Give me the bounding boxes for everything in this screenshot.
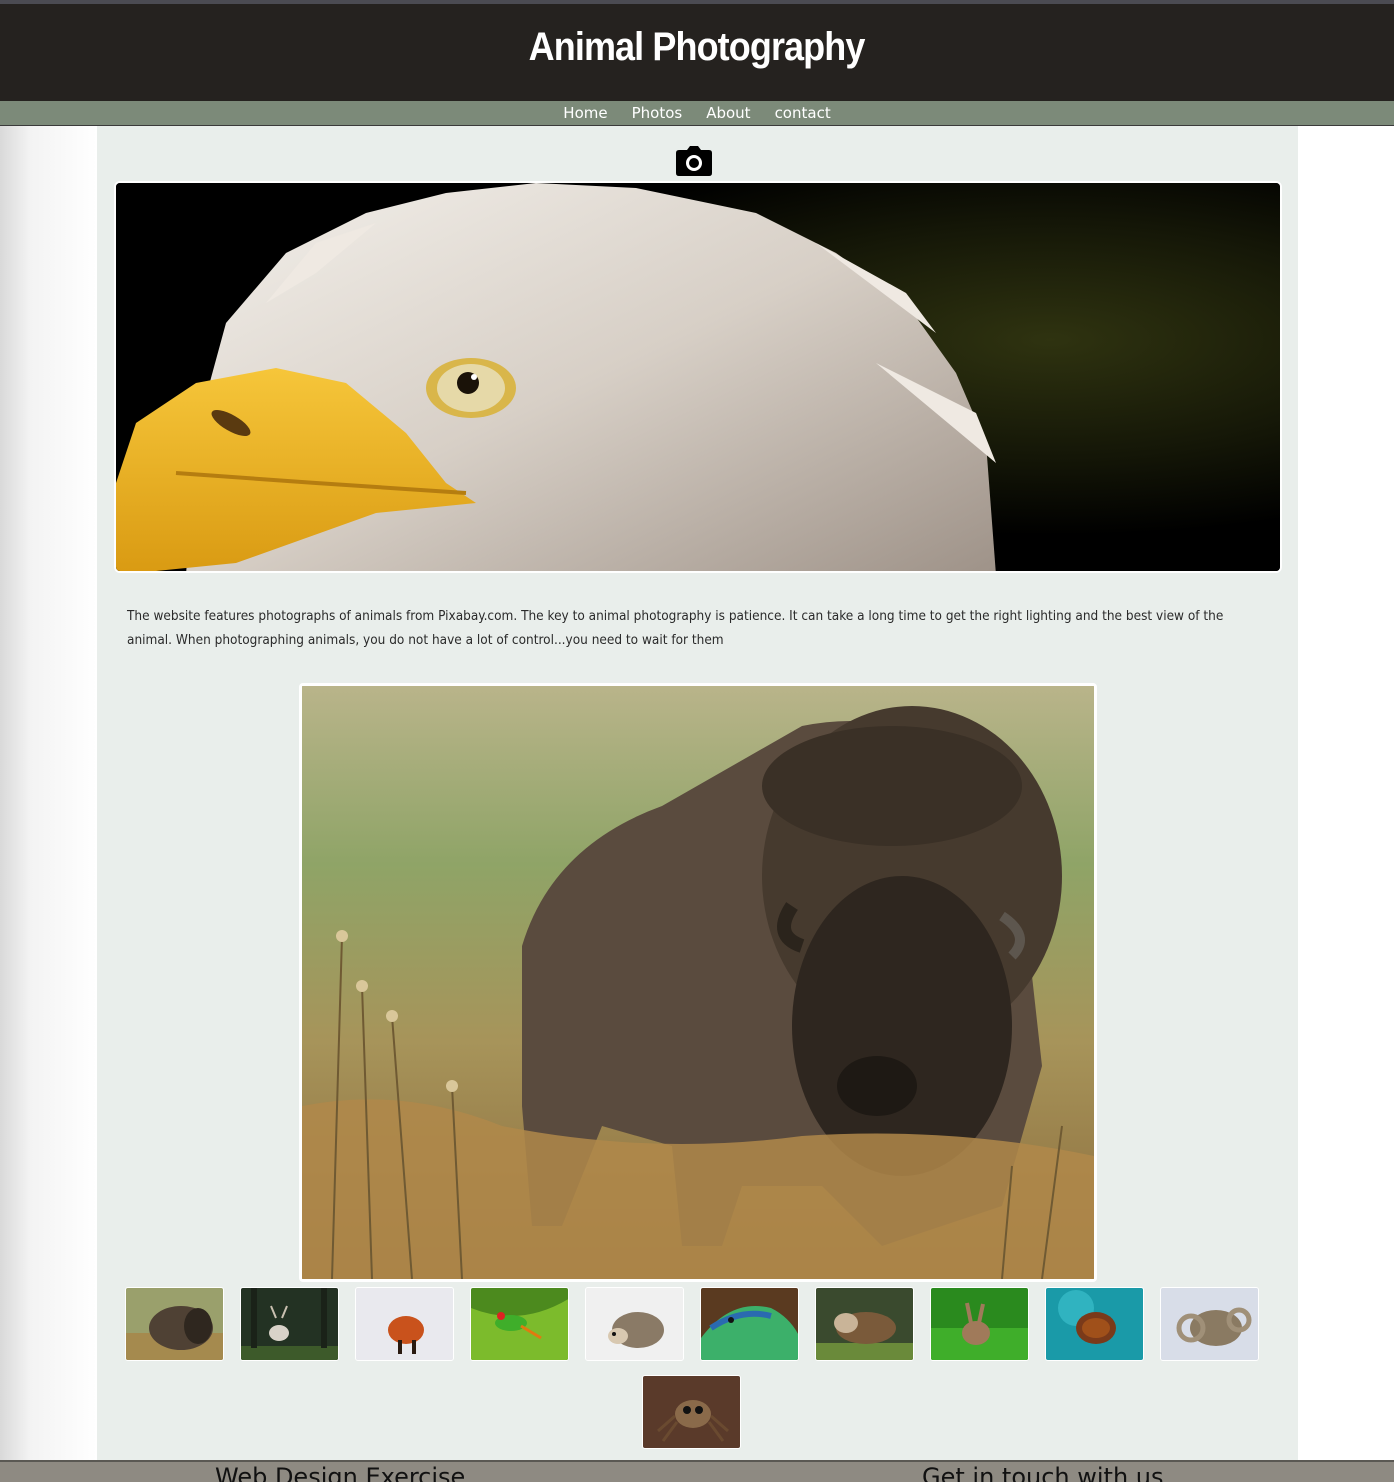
- fox-thumb: [356, 1288, 453, 1360]
- rabbit-thumb: [931, 1288, 1028, 1360]
- thumbnail-otter[interactable]: [815, 1287, 914, 1361]
- site-footer: Web Design Exercise Get in touch with us: [0, 1460, 1394, 1482]
- hedgehog-thumb: [586, 1288, 683, 1360]
- ram-thumb: [1161, 1288, 1258, 1360]
- hero-eagle-image: [114, 181, 1282, 573]
- nav-about-link[interactable]: About: [694, 101, 762, 126]
- spider-thumb: [643, 1376, 740, 1448]
- thumbnail-bison[interactable]: [125, 1287, 224, 1361]
- deer-thumb: [241, 1288, 338, 1360]
- thumbnail-deer[interactable]: [240, 1287, 339, 1361]
- camera-icon: [676, 146, 712, 176]
- nav-photos-link[interactable]: Photos: [620, 101, 695, 126]
- intro-paragraph: The website features photographs of anim…: [127, 608, 1224, 648]
- frog-thumb: [471, 1288, 568, 1360]
- nav-contact-link[interactable]: contact: [763, 101, 843, 126]
- featured-bison-image[interactable]: [299, 683, 1097, 1282]
- thumbnail-frog[interactable]: [470, 1287, 569, 1361]
- main-nav: Home Photos About contact: [0, 101, 1394, 126]
- thumbnail-hedgehog[interactable]: [585, 1287, 684, 1361]
- content-area: The website features photographs of anim…: [97, 126, 1298, 1460]
- thumbnail-rabbit[interactable]: [930, 1287, 1029, 1361]
- bison-thumb: [126, 1288, 223, 1360]
- bison-photo: [302, 686, 1094, 1279]
- thumbnail-lizard[interactable]: [700, 1287, 799, 1361]
- thumbnail-ram[interactable]: [1160, 1287, 1259, 1361]
- footer-right-heading: Get in touch with us: [922, 1463, 1164, 1482]
- left-gutter: [0, 126, 97, 1460]
- site-title: Animal Photography: [529, 25, 866, 69]
- thumbnail-fox[interactable]: [355, 1287, 454, 1361]
- thumbnail-turtle[interactable]: [1045, 1287, 1144, 1361]
- site-header: Animal Photography: [0, 4, 1394, 101]
- otter-thumb: [816, 1288, 913, 1360]
- eagle-photo: [116, 183, 1280, 571]
- footer-left-heading: Web Design Exercise: [215, 1463, 466, 1482]
- lizard-thumb: [701, 1288, 798, 1360]
- thumbnail-spider[interactable]: [642, 1375, 741, 1449]
- nav-home-link[interactable]: Home: [551, 101, 619, 126]
- turtle-thumb: [1046, 1288, 1143, 1360]
